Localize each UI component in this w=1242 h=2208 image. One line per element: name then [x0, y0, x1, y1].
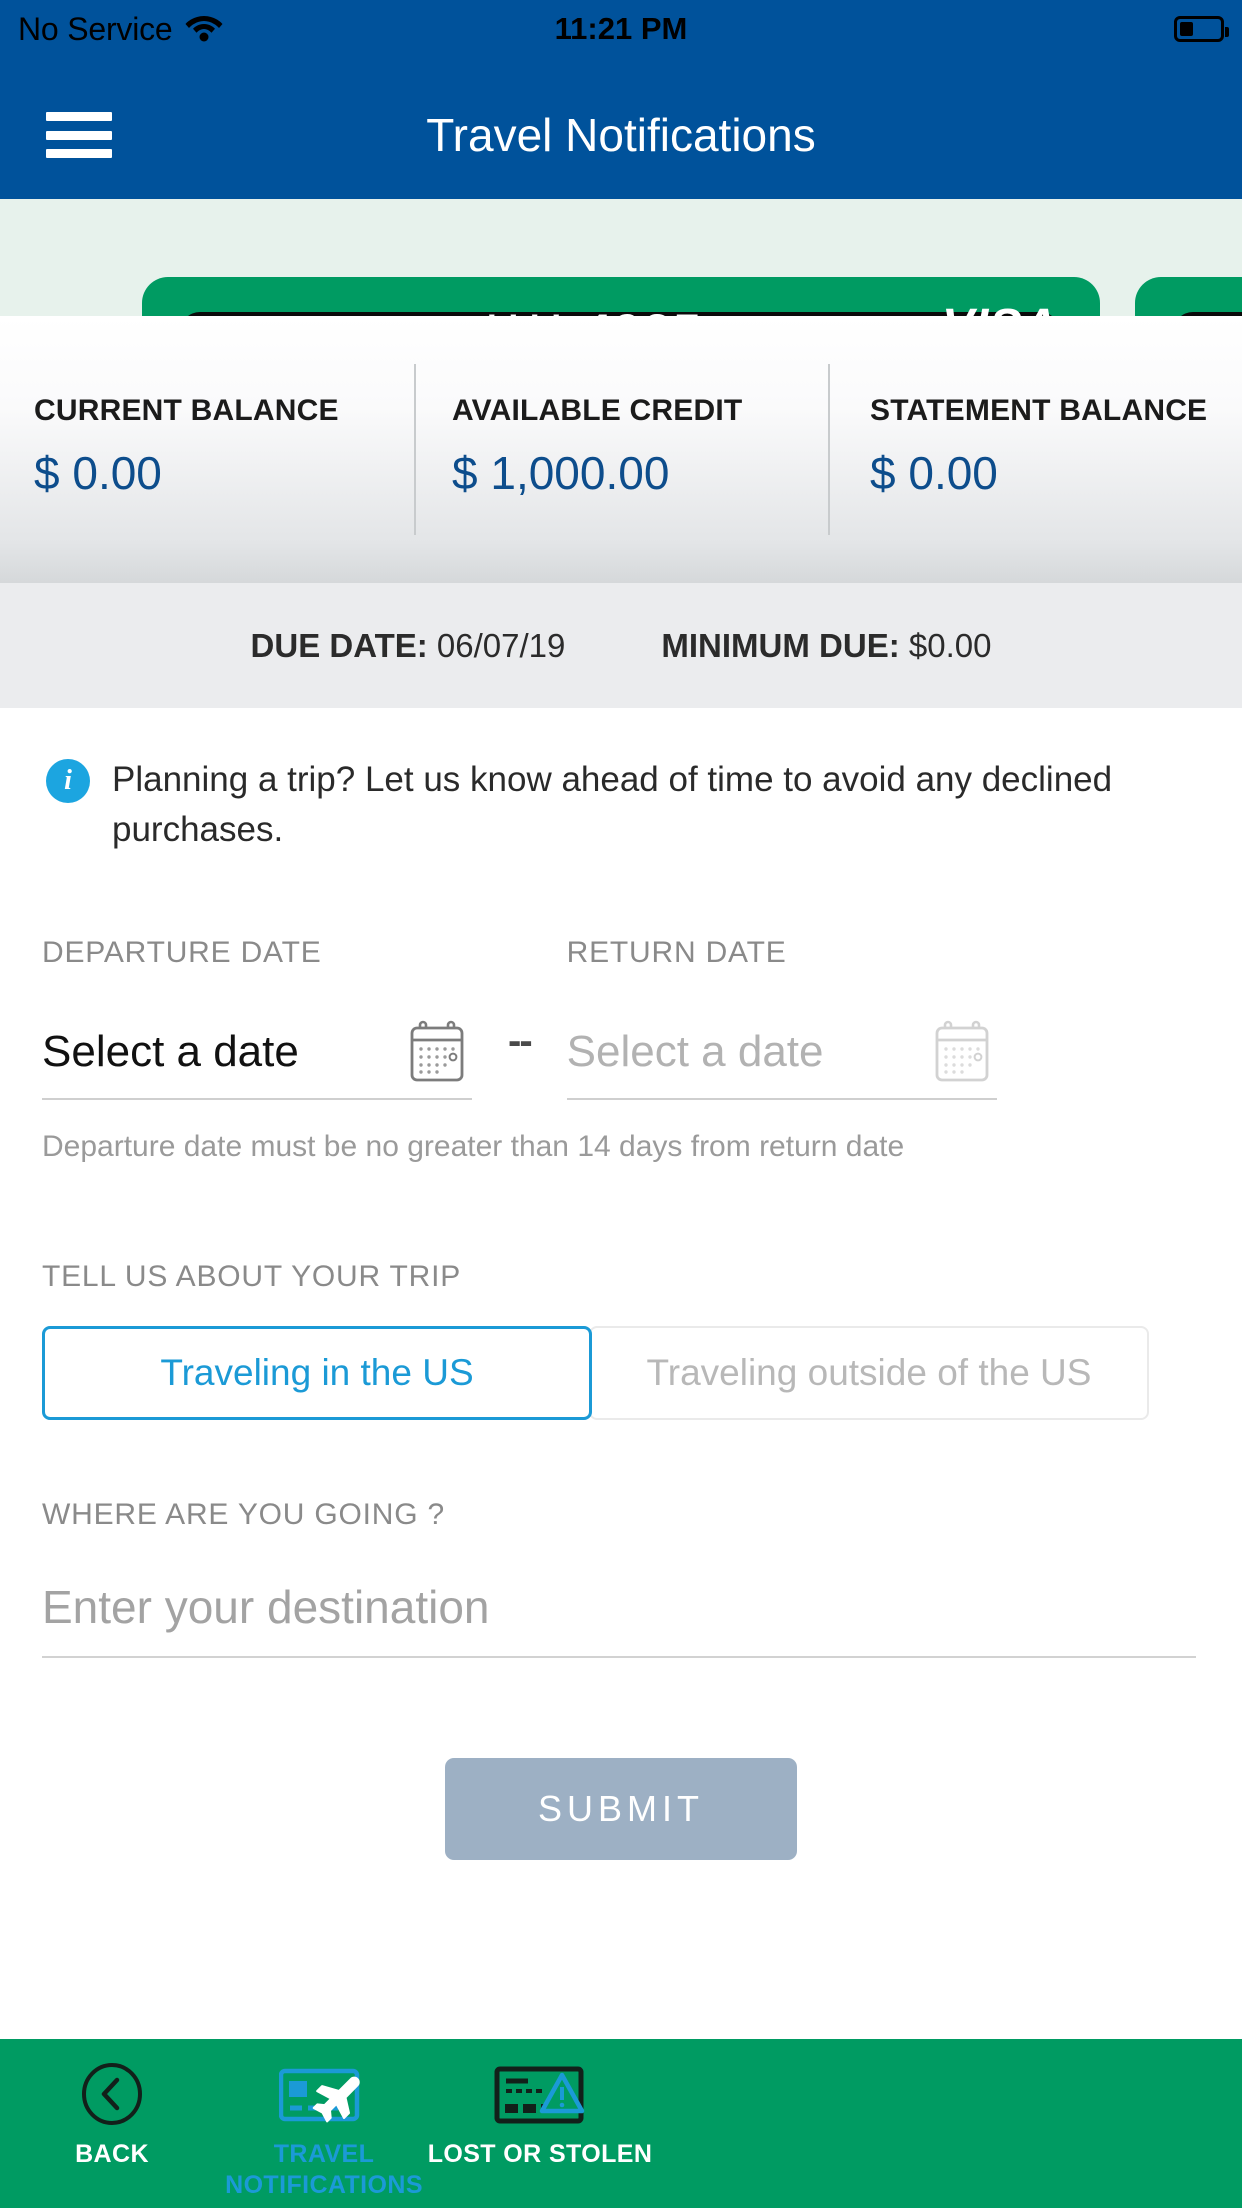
minimum-due: MINIMUM DUE: $0.00 — [661, 627, 991, 665]
departure-date-field[interactable]: DEPARTURE DATE Select a date — [42, 936, 472, 1101]
status-bar-time: 11:21 PM — [554, 11, 688, 46]
date-range-separator: -- — [508, 1019, 533, 1064]
balance-label: AVAILABLE CREDIT — [452, 394, 743, 427]
departure-date-value: Select a date — [42, 1027, 299, 1077]
calendar-icon[interactable] — [408, 1020, 466, 1084]
trip-type-option-in-us[interactable]: Traveling in the US — [42, 1326, 592, 1421]
info-banner-text: Planning a trip? Let us know ahead of ti… — [112, 760, 1113, 849]
card-masked-number: **** 4935 — [482, 303, 703, 316]
submit-row: SUBMIT — [0, 1658, 1242, 1861]
destination-label: WHERE ARE YOU GOING ? — [42, 1498, 445, 1532]
credit-card-secondary[interactable]: MY — [1135, 277, 1242, 316]
visa-logo: VISA — [942, 299, 1058, 316]
destination-placeholder: Enter your destination — [42, 1581, 490, 1634]
page-title: Travel Notifications — [426, 109, 816, 161]
travel-form: i Planning a trip? Let us know ahead of … — [0, 708, 1242, 1861]
battery-icon — [1174, 16, 1229, 42]
return-date-input[interactable]: Select a date — [566, 992, 997, 1101]
due-date: DUE DATE: 06/07/19 — [251, 627, 566, 665]
trip-type-toggle-group: Traveling in the US Traveling outside of… — [42, 1326, 1196, 1421]
card-carousel[interactable]: MY CA... **** 4935 VISA MY — [0, 199, 1242, 316]
tab-travel-notifications-label: TRAVEL NOTIFICATIONS — [225, 2140, 423, 2200]
destination-section: WHERE ARE YOU GOING ? Enter your destina… — [0, 1420, 1242, 1659]
tab-lost-or-stolen-label: LOST OR STOLEN — [427, 2140, 653, 2168]
minimum-due-label: MINIMUM DUE: — [661, 626, 900, 664]
nav-bar: Travel Notifications — [0, 58, 1242, 199]
submit-button[interactable]: SUBMIT — [445, 1758, 797, 1861]
card-airplane-icon — [279, 2061, 369, 2127]
balance-summary: CURRENT BALANCE $ 0.00 AVAILABLE CREDIT … — [0, 316, 1242, 583]
tab-back[interactable]: BACK — [24, 2061, 200, 2170]
app-screen: No Service 11:21 PM Travel Notifications… — [0, 0, 1242, 2208]
date-range-row: DEPARTURE DATE Select a date -- RETURN D… — [0, 854, 1242, 1101]
departure-date-label: DEPARTURE DATE — [42, 936, 322, 970]
balance-current: CURRENT BALANCE $ 0.00 — [0, 316, 414, 583]
departure-date-input[interactable]: Select a date — [42, 992, 472, 1101]
return-date-value: Select a date — [566, 1027, 824, 1077]
tab-travel-notifications[interactable]: TRAVEL NOTIFICATIONS — [225, 2061, 423, 2202]
info-icon: i — [46, 759, 90, 803]
minimum-due-value: $0.00 — [908, 626, 992, 664]
trip-type-label: TELL US ABOUT YOUR TRIP — [42, 1260, 462, 1294]
balance-label: CURRENT BALANCE — [34, 394, 339, 427]
date-range-hint: Departure date must be no greater than 1… — [42, 1130, 905, 1164]
due-date-label: DUE DATE: — [250, 626, 428, 664]
balance-label: STATEMENT BALANCE — [870, 394, 1208, 427]
due-info-bar: DUE DATE: 06/07/19 MINIMUM DUE: $0.00 — [0, 583, 1242, 708]
trip-type-option-outside-us[interactable]: Traveling outside of the US — [589, 1326, 1149, 1421]
due-date-value: 06/07/19 — [436, 626, 566, 664]
credit-card-primary[interactable]: MY CA... **** 4935 VISA — [142, 277, 1100, 316]
info-banner: i Planning a trip? Let us know ahead of … — [0, 708, 1242, 854]
tab-back-label: BACK — [75, 2140, 149, 2168]
card-warning-icon — [494, 2061, 586, 2127]
destination-input[interactable]: Enter your destination — [42, 1546, 1196, 1659]
balance-statement: STATEMENT BALANCE $ 0.00 — [828, 316, 1242, 583]
back-chevron-circle-icon — [81, 2061, 143, 2127]
balance-available-credit: AVAILABLE CREDIT $ 1,000.00 — [414, 316, 828, 583]
balance-value: $ 1,000.00 — [452, 447, 670, 499]
balance-value: $ 0.00 — [34, 447, 162, 499]
card-name: MY CA... — [184, 305, 390, 316]
trip-type-section: TELL US ABOUT YOUR TRIP Traveling in the… — [0, 1164, 1242, 1421]
status-bar: No Service 11:21 PM — [0, 0, 1242, 58]
balance-value: $ 0.00 — [870, 447, 998, 499]
return-date-label: RETURN DATE — [566, 936, 787, 970]
bottom-tab-bar: BACK TRAVEL NOTIFICATIONS LOST OR STOLEN — [0, 2039, 1242, 2208]
tab-lost-or-stolen[interactable]: LOST OR STOLEN — [428, 2061, 652, 2170]
status-bar-right — [1174, 16, 1229, 42]
calendar-icon[interactable] — [933, 1020, 991, 1084]
card-name: MY — [1177, 305, 1242, 316]
return-date-field[interactable]: RETURN DATE Select a date — [566, 936, 997, 1101]
